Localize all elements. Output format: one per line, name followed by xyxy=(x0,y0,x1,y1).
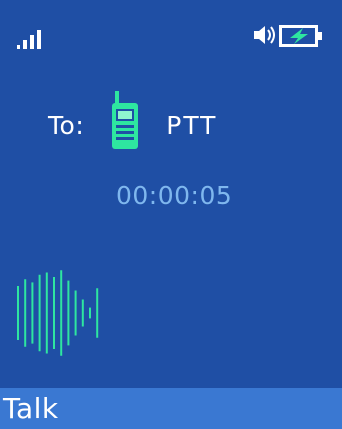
status-bar xyxy=(0,0,342,70)
voice-level-bar xyxy=(24,279,27,347)
voice-level-meter xyxy=(17,270,99,356)
voice-level-bar xyxy=(38,274,41,352)
voice-level-bar xyxy=(53,277,55,349)
battery-charging-icon xyxy=(279,25,322,47)
voice-level-bar xyxy=(60,270,63,356)
voice-level-bar xyxy=(89,307,91,319)
voice-level-bar xyxy=(45,272,48,354)
walkie-talkie-icon xyxy=(112,91,139,149)
call-target: To: PTT xyxy=(48,90,217,160)
talk-softkey[interactable]: Talk xyxy=(3,392,59,425)
call-timer: 00:00:05 xyxy=(116,181,233,210)
softkey-bar: Talk xyxy=(0,388,342,429)
voice-level-bar xyxy=(74,290,77,336)
call-target-name: PTT xyxy=(166,110,218,140)
to-label: To: xyxy=(48,110,85,140)
speaker-icon xyxy=(254,26,275,44)
voice-level-bar xyxy=(31,282,34,344)
voice-level-bar xyxy=(81,299,84,327)
voice-level-bar xyxy=(67,280,70,346)
voice-level-bar xyxy=(17,286,19,340)
voice-level-bar xyxy=(96,288,99,338)
signal-bars-icon xyxy=(17,30,41,49)
